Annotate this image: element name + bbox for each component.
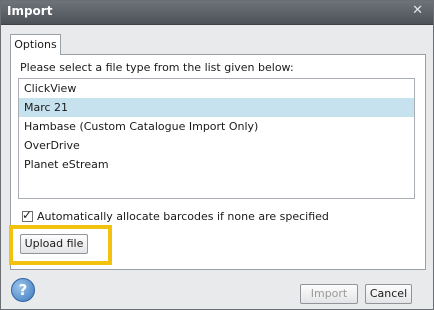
file-type-list[interactable]: ClickView Marc 21 Hambase (Custom Catalo… xyxy=(18,78,415,199)
tab-options[interactable]: Options xyxy=(10,34,61,55)
file-type-prompt: Please select a file type from the list … xyxy=(20,61,294,74)
list-item-clickview[interactable]: ClickView xyxy=(19,79,414,98)
list-item-overdrive[interactable]: OverDrive xyxy=(19,136,414,155)
list-item-marc-21[interactable]: Marc 21 xyxy=(19,98,414,117)
checkmark-icon: ✓ xyxy=(22,207,33,222)
close-icon[interactable]: ✕ xyxy=(412,3,423,18)
auto-barcode-label: Automatically allocate barcodes if none … xyxy=(37,209,329,223)
import-button[interactable]: Import xyxy=(300,284,358,304)
title-bar: Import ✕ xyxy=(1,1,433,25)
upload-file-button[interactable]: Upload file xyxy=(20,234,88,254)
import-dialog: Import ✕ Options Please select a file ty… xyxy=(0,0,434,310)
auto-barcode-checkbox[interactable]: ✓ xyxy=(22,207,33,222)
cancel-button[interactable]: Cancel xyxy=(365,284,412,304)
list-item-planet-estream[interactable]: Planet eStream xyxy=(19,155,414,174)
dialog-title: Import xyxy=(7,4,53,18)
help-icon[interactable]: ? xyxy=(11,278,35,302)
auto-barcode-option[interactable]: ✓ Automatically allocate barcodes if non… xyxy=(22,207,329,223)
list-item-hambase[interactable]: Hambase (Custom Catalogue Import Only) xyxy=(19,117,414,136)
